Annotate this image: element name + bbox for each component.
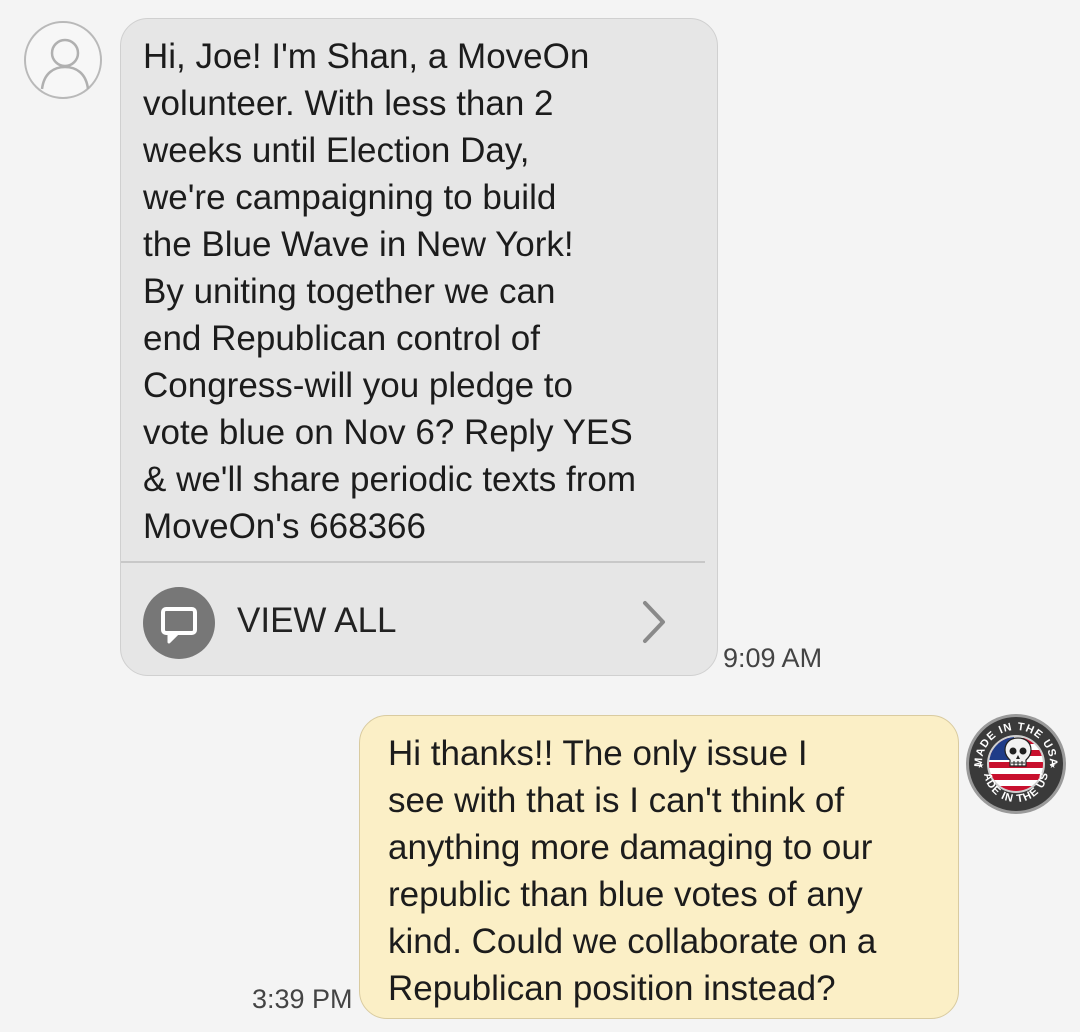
chevron-right-icon — [643, 601, 665, 643]
outgoing-message-bubble[interactable]: Hi thanks!! The only issue I see with th… — [359, 715, 959, 1019]
person-outline-icon — [40, 38, 90, 90]
contact-avatar[interactable] — [24, 21, 102, 99]
svg-text:★: ★ — [1049, 761, 1056, 770]
outgoing-message-text: Hi thanks!! The only issue I see with th… — [388, 734, 877, 1008]
view-all-label: VIEW ALL — [237, 601, 397, 640]
incoming-message-text: Hi, Joe! I'm Shan, a MoveOn volunteer. W… — [143, 37, 636, 546]
chat-bubble-icon — [143, 587, 215, 659]
incoming-message-bubble[interactable]: Hi, Joe! I'm Shan, a MoveOn volunteer. W… — [120, 18, 718, 676]
svg-text:★: ★ — [977, 761, 984, 770]
made-in-the-usa-badge-icon[interactable]: MADE IN THE USA MADE IN THE USA ★ ★ — [959, 703, 1068, 816]
outgoing-timestamp: 3:39 PM — [252, 984, 353, 1014]
view-all-button[interactable]: VIEW ALL — [121, 563, 717, 675]
incoming-timestamp: 9:09 AM — [723, 643, 823, 673]
